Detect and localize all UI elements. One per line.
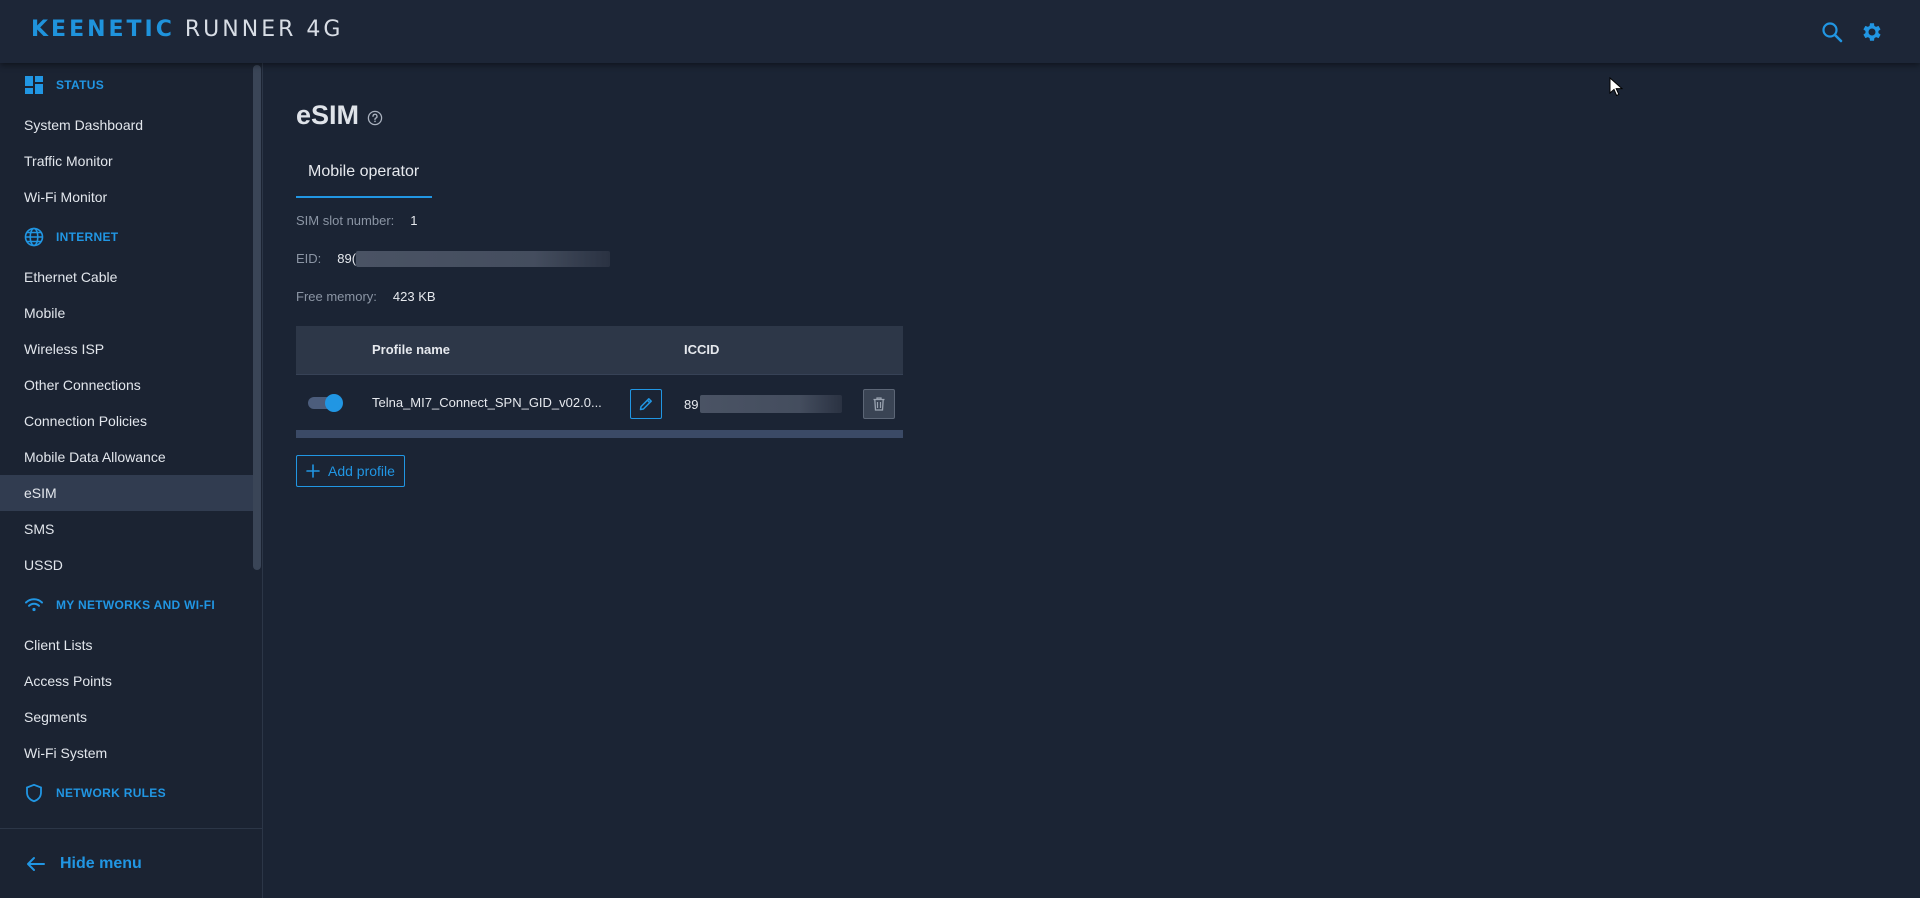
section-title: STATUS <box>56 78 105 92</box>
table-header: Profile name ICCID <box>296 326 903 374</box>
pencil-icon <box>639 398 652 411</box>
section-internet[interactable]: INTERNET <box>0 215 253 259</box>
sidebar-item-client-lists[interactable]: Client Lists <box>0 627 253 663</box>
profile-enable-toggle[interactable] <box>308 394 343 412</box>
model-name: RUNNER 4G <box>184 17 344 42</box>
sidebar-item-mobile[interactable]: Mobile <box>0 295 253 331</box>
section-status[interactable]: STATUS <box>0 63 253 107</box>
sidebar-item-segments[interactable]: Segments <box>0 699 253 735</box>
eid-redacted <box>356 251 611 267</box>
sidebar-item-system-dashboard[interactable]: System Dashboard <box>0 107 253 143</box>
free-memory-value: 423 KB <box>392 289 436 304</box>
profiles-table: Profile name ICCID Telna_MI7_Connect_SPN… <box>296 326 903 438</box>
sidebar-item-mobile-data-allowance[interactable]: Mobile Data Allowance <box>0 439 253 475</box>
dashboard-icon <box>24 75 44 95</box>
sidebar-item-connection-policies[interactable]: Connection Policies <box>0 403 253 439</box>
sim-slot-row: SIM slot number: 1 <box>296 213 418 228</box>
sidebar-item-wifi-monitor[interactable]: Wi-Fi Monitor <box>0 179 253 215</box>
eid-label: EID: <box>296 251 322 266</box>
section-my-networks[interactable]: MY NETWORKS AND WI-FI <box>0 583 253 627</box>
brand-name: KEENETIC <box>31 17 175 42</box>
sidebar-item-wireless-isp[interactable]: Wireless ISP <box>0 331 253 367</box>
edit-profile-button[interactable] <box>630 389 662 419</box>
iccid-cell: 89 <box>684 395 843 413</box>
section-network-rules[interactable]: NETWORK RULES <box>0 771 253 815</box>
table-row: Telna_MI7_Connect_SPN_GID_v02.0... 89 <box>296 374 903 430</box>
sim-slot-label: SIM slot number: <box>296 213 395 228</box>
tab-mobile-operator[interactable]: Mobile operator <box>296 160 432 198</box>
wifi-icon <box>24 595 44 615</box>
eid-value: 89( <box>337 251 357 266</box>
globe-icon <box>24 227 44 247</box>
sidebar-item-access-points[interactable]: Access Points <box>0 663 253 699</box>
iccid-value: 89 <box>684 396 699 412</box>
free-memory-label: Free memory: <box>296 289 377 304</box>
header-profile-name: Profile name <box>372 342 451 357</box>
search-icon[interactable] <box>1820 20 1844 44</box>
section-title: INTERNET <box>56 230 119 244</box>
profile-name-cell: Telna_MI7_Connect_SPN_GID_v02.0... <box>372 395 602 410</box>
header-iccid: ICCID <box>684 342 720 357</box>
gear-icon[interactable] <box>1860 20 1884 44</box>
free-memory-row: Free memory: 423 KB <box>296 289 436 304</box>
table-horizontal-scrollbar[interactable] <box>296 430 903 438</box>
iccid-redacted <box>700 395 843 413</box>
hide-menu-label: Hide menu <box>60 854 142 872</box>
sidebar-item-traffic-monitor[interactable]: Traffic Monitor <box>0 143 253 179</box>
add-profile-label: Add profile <box>328 463 395 479</box>
arrow-left-icon <box>27 856 45 871</box>
top-bar: KEENETIC RUNNER 4G <box>0 0 1920 63</box>
sim-slot-value: 1 <box>410 213 418 228</box>
sidebar: STATUS System Dashboard Traffic Monitor … <box>0 63 263 898</box>
section-title: NETWORK RULES <box>56 786 166 800</box>
sidebar-item-wifi-system[interactable]: Wi-Fi System <box>0 735 253 771</box>
shield-icon <box>24 783 44 803</box>
sidebar-item-ussd[interactable]: USSD <box>0 547 253 583</box>
sidebar-item-ethernet-cable[interactable]: Ethernet Cable <box>0 259 253 295</box>
help-icon[interactable] <box>367 110 383 126</box>
section-title: MY NETWORKS AND WI-FI <box>56 598 215 612</box>
sidebar-item-other-connections[interactable]: Other Connections <box>0 367 253 403</box>
page-title: eSIM <box>296 100 360 130</box>
plus-icon <box>306 464 320 478</box>
add-profile-button[interactable]: Add profile <box>296 455 405 487</box>
sidebar-item-sms[interactable]: SMS <box>0 511 253 547</box>
keenetic-logo[interactable]: KEENETIC RUNNER 4G <box>31 17 343 42</box>
sidebar-item-esim[interactable]: eSIM <box>0 475 253 511</box>
eid-row: EID: 89( <box>296 251 611 267</box>
trash-icon <box>873 397 885 411</box>
delete-profile-button[interactable] <box>863 389 895 419</box>
mouse-cursor-icon <box>1609 77 1623 97</box>
hide-menu-button[interactable]: Hide menu <box>0 828 262 898</box>
sidebar-scrollbar[interactable] <box>253 65 261 570</box>
sidebar-menu: STATUS System Dashboard Traffic Monitor … <box>0 63 253 833</box>
